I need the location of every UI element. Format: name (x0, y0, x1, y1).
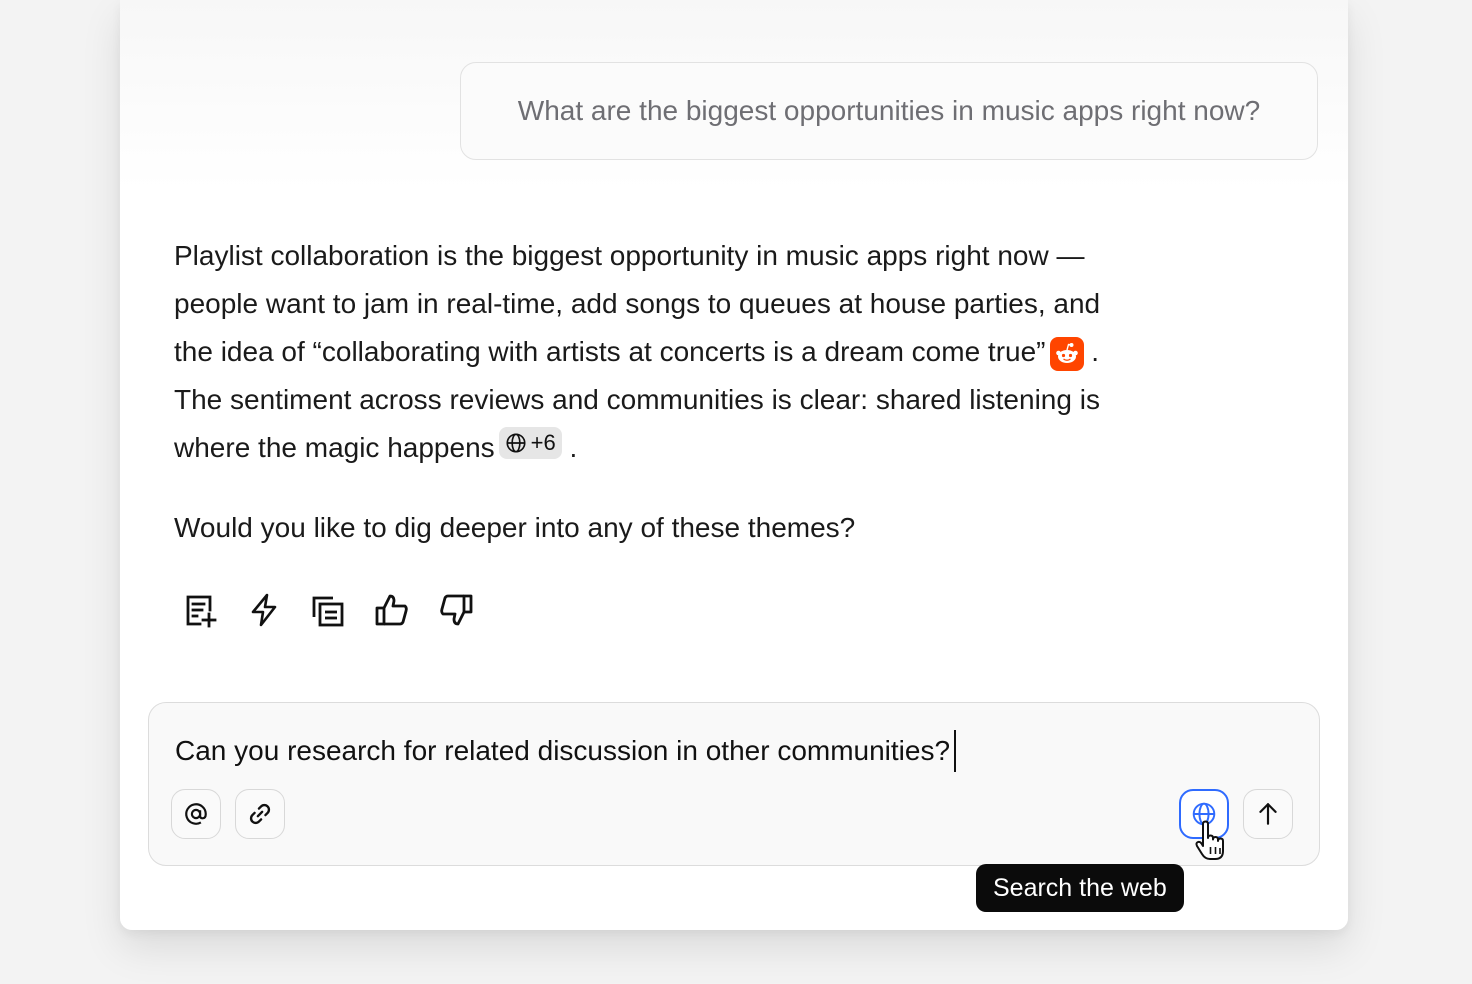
message-input-text: Can you research for related discussion … (175, 735, 951, 766)
send-icon (1259, 803, 1277, 825)
answer-line: where the magic happens (174, 432, 495, 463)
globe-icon (506, 433, 526, 453)
answer-paragraph: Playlist collaboration is the biggest op… (174, 240, 1101, 463)
reddit-source-icon[interactable] (1049, 337, 1084, 371)
text-caret (954, 730, 957, 772)
message-composer[interactable]: Can you research for related discussion … (148, 702, 1320, 866)
mention-icon (185, 803, 207, 825)
answer-followup: Would you like to dig deeper into any of… (174, 512, 856, 543)
message-actions (182, 592, 474, 628)
attach-icon (249, 803, 271, 825)
thumbs-down-icon[interactable] (438, 592, 474, 628)
answer-line: Playlist collaboration is the biggest op… (174, 240, 1085, 271)
assistant-answer: Playlist collaboration is the biggest op… (174, 232, 1194, 552)
user-message: What are the biggest opportunities in mu… (460, 62, 1318, 160)
send-button[interactable] (1243, 789, 1293, 839)
tooltip: Search the web (976, 864, 1184, 912)
answer-line: The sentiment across reviews and communi… (174, 384, 1100, 415)
answer-line: people want to jam in real-time, add son… (174, 288, 1101, 319)
source-count: +6 (530, 430, 556, 455)
chat-window: What are the biggest opportunities in mu… (120, 0, 1348, 930)
hand-pointer-icon (1195, 820, 1224, 860)
tooltip-text: Search the web (993, 874, 1167, 902)
lightning-icon[interactable] (246, 592, 282, 628)
mention-button[interactable] (171, 789, 221, 839)
message-input[interactable]: Can you research for related discussion … (175, 729, 957, 773)
user-message-text: What are the biggest opportunities in mu… (517, 95, 1261, 126)
web-sources-chip[interactable]: +6 (498, 427, 562, 459)
copy-icon[interactable] (310, 592, 346, 628)
answer-line: the idea of “collaborating with artists … (174, 336, 1046, 367)
thumbs-up-icon[interactable] (374, 592, 410, 628)
add-to-notes-icon[interactable] (182, 592, 218, 628)
attach-button[interactable] (235, 789, 285, 839)
